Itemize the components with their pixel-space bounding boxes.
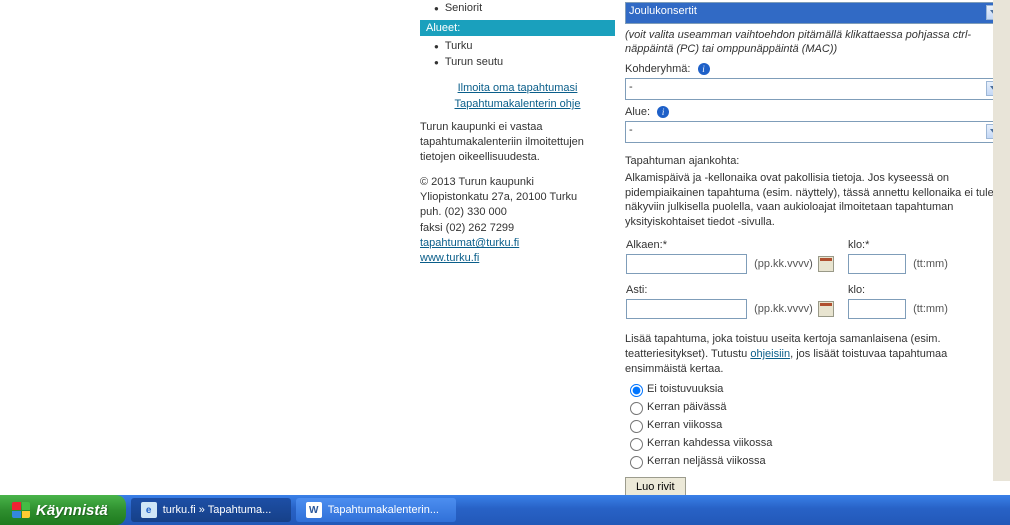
info-icon[interactable]: i (698, 63, 710, 75)
link-calendar-help[interactable]: Tapahtumakalenterin ohje (420, 96, 615, 112)
taskbar-task-ie[interactable]: e turku.fi » Tapahtuma... (131, 498, 291, 522)
end-label: Asti: (625, 283, 847, 298)
vertical-scrollbar[interactable] (993, 0, 1010, 481)
end-date-input[interactable] (626, 299, 747, 319)
taskbar-task-word[interactable]: W Tapahtumakalenterin... (296, 498, 456, 522)
time-format-hint: (tt:mm) (913, 303, 948, 315)
end-time-input[interactable] (848, 299, 906, 319)
calendar-icon[interactable] (818, 301, 834, 317)
calendar-icon[interactable] (818, 256, 834, 272)
sidebar-item[interactable]: Turku (420, 38, 615, 54)
time-format-hint: (tt:mm) (913, 258, 948, 270)
recur-option[interactable]: Kerran neljässä viikossa (625, 455, 766, 467)
sidebar: Seniorit Alueet: Turku Turun seutu Ilmoi… (420, 0, 615, 481)
area-select[interactable]: - (625, 121, 1004, 143)
category-select[interactable]: Joulukonsertit (625, 2, 1004, 24)
recurrence-intro: Lisää tapahtuma, joka toistuu useita ker… (625, 332, 1004, 377)
recur-option[interactable]: Kerran kahdessa viikossa (625, 437, 772, 449)
recurrence-help-link[interactable]: ohjeisiin (750, 348, 790, 360)
info-icon[interactable]: i (657, 106, 669, 118)
start-button[interactable]: Käynnistä (0, 495, 126, 525)
disclaimer-text: Turun kaupunki ei vastaa tapahtumakalent… (420, 112, 615, 165)
date-format-hint: (pp.kk.vvvv) (754, 303, 813, 315)
sidebar-item[interactable]: Turun seutu (420, 54, 615, 70)
ctrl-hint: (voit valita useamman vaihtoehdon pitämä… (625, 28, 1004, 57)
klo-label: klo:* (847, 238, 949, 253)
sidebar-item[interactable]: Seniorit (420, 0, 615, 16)
start-label: Alkaen:* (625, 238, 847, 253)
windows-logo-icon (12, 502, 30, 518)
target-group-select[interactable]: - (625, 78, 1004, 100)
area-label: Alue: (625, 106, 650, 118)
taskbar: Käynnistä e turku.fi » Tapahtuma... W Ta… (0, 495, 1010, 525)
recur-option[interactable]: Kerran päivässä (625, 401, 727, 413)
ie-icon: e (141, 502, 157, 518)
klo-label: klo: (847, 283, 949, 298)
sidebar-section-header: Alueet: (420, 20, 615, 36)
start-date-input[interactable] (626, 254, 747, 274)
email-link[interactable]: tapahtumat@turku.fi (420, 237, 519, 249)
target-group-label: Kohderyhmä: (625, 63, 690, 75)
recur-option[interactable]: Kerran viikossa (625, 419, 722, 431)
form-main: Joulukonsertit (voit valita useamman vai… (615, 0, 1010, 481)
event-time-desc: Alkamispäivä ja -kellonaika ovat pakolli… (625, 171, 1004, 230)
start-time-input[interactable] (848, 254, 906, 274)
footer-contact: © 2013 Turun kaupunki Yliopistonkatu 27a… (420, 165, 615, 267)
event-time-header: Tapahtuman ajankohta: (625, 155, 1004, 167)
recur-option[interactable]: Ei toistuvuuksia (625, 383, 723, 395)
word-icon: W (306, 502, 322, 518)
date-format-hint: (pp.kk.vvvv) (754, 258, 813, 270)
site-link[interactable]: www.turku.fi (420, 252, 479, 264)
link-submit-event[interactable]: Ilmoita oma tapahtumasi (420, 80, 615, 96)
create-rows-button[interactable]: Luo rivit (625, 477, 686, 497)
